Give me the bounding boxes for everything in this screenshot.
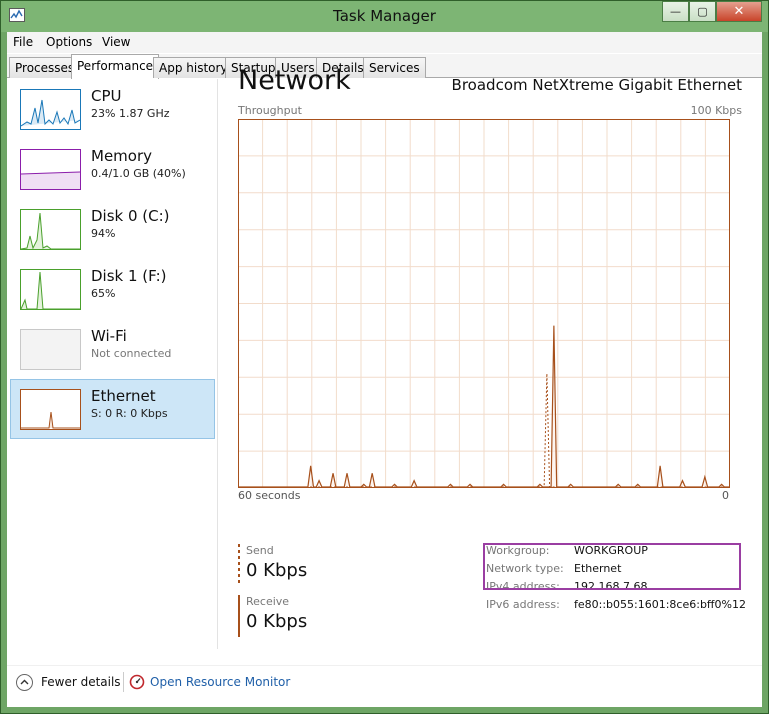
sidebar-item-value: 23% 1.87 GHz xyxy=(91,107,170,120)
receive-solid-indicator xyxy=(238,595,240,637)
memory-thumbnail-icon xyxy=(20,149,81,190)
sidebar-item-value: S: 0 R: 0 Kbps xyxy=(91,407,168,420)
title-bar[interactable]: Task Manager — ▢ ✕ xyxy=(1,1,768,32)
adapter-name: Broadcom NetXtreme Gigabit Ethernet xyxy=(451,76,742,94)
receive-label: Receive xyxy=(246,595,290,608)
sidebar-item-value: 65% xyxy=(91,287,116,300)
graph-x-right-label: 0 xyxy=(722,489,729,502)
tab-app-history[interactable]: App history xyxy=(153,57,234,78)
maximize-button[interactable]: ▢ xyxy=(689,1,716,22)
ip-highlight-box xyxy=(483,543,741,590)
chevron-up-icon[interactable] xyxy=(16,674,33,691)
close-icon: ✕ xyxy=(733,4,745,19)
sidebar-item-label: Wi-Fi xyxy=(91,327,127,345)
info-key: IPv6 address: xyxy=(486,598,560,611)
footer: Fewer details Open Resource Monitor xyxy=(7,665,762,707)
info-value: fe80::b055:1601:8ce6:bff0%12 xyxy=(574,598,746,611)
minimize-icon: — xyxy=(670,5,681,18)
sidebar-item-ethernet[interactable]: Ethernet S: 0 R: 0 Kbps xyxy=(10,379,215,439)
tab-strip: Processes Performance App history Startu… xyxy=(7,54,762,79)
sidebar-item-label: Ethernet xyxy=(91,387,156,405)
disk-thumbnail-icon xyxy=(20,269,81,310)
send-label: Send xyxy=(246,544,274,557)
tab-processes[interactable]: Processes xyxy=(9,57,81,78)
disk-thumbnail-icon xyxy=(20,209,81,250)
sidebar-item-disk-1[interactable]: Disk 1 (F:) 65% xyxy=(10,259,215,319)
throughput-label: Throughput xyxy=(238,104,302,117)
sidebar-item-label: Memory xyxy=(91,147,153,165)
send-dash-indicator xyxy=(238,544,240,586)
sidebar-item-value: Not connected xyxy=(91,347,172,360)
ethernet-thumbnail-icon xyxy=(20,389,81,430)
tab-services[interactable]: Services xyxy=(363,57,426,78)
sidebar-item-value: 0.4/1.0 GB (40%) xyxy=(91,167,186,180)
resource-monitor-icon[interactable] xyxy=(129,674,145,690)
receive-value: 0 Kbps xyxy=(246,611,308,632)
sidebar-item-value: 94% xyxy=(91,227,116,240)
graph-max-label: 100 Kbps xyxy=(690,104,742,117)
menu-view[interactable]: View xyxy=(102,35,130,49)
menu-bar: File Options View xyxy=(7,32,762,53)
task-manager-window: Task Manager — ▢ ✕ File Options View Pro… xyxy=(0,0,769,714)
wifi-thumbnail-icon xyxy=(20,329,81,370)
throughput-graph xyxy=(238,119,730,488)
sidebar-item-disk-0[interactable]: Disk 0 (C:) 94% xyxy=(10,199,215,259)
menu-file[interactable]: File xyxy=(13,35,33,49)
send-stat: Send 0 Kbps xyxy=(238,544,358,586)
menu-options[interactable]: Options xyxy=(46,35,92,49)
receive-stat: Receive 0 Kbps xyxy=(238,595,358,637)
sidebar-item-label: Disk 0 (C:) xyxy=(91,207,170,225)
sidebar-item-label: CPU xyxy=(91,87,122,105)
fewer-details-link[interactable]: Fewer details xyxy=(41,675,121,689)
sidebar-item-wifi[interactable]: Wi-Fi Not connected xyxy=(10,319,215,379)
page-title: Network xyxy=(238,65,351,96)
footer-divider xyxy=(123,672,124,692)
minimize-button[interactable]: — xyxy=(662,1,689,22)
tab-performance[interactable]: Performance xyxy=(71,54,160,79)
graph-x-left-label: 60 seconds xyxy=(238,489,301,502)
open-resource-monitor-link[interactable]: Open Resource Monitor xyxy=(150,675,290,689)
graph-grid xyxy=(238,119,730,488)
send-value: 0 Kbps xyxy=(246,560,308,581)
sidebar-item-label: Disk 1 (F:) xyxy=(91,267,167,285)
window-title: Task Manager xyxy=(333,7,436,25)
maximize-icon: ▢ xyxy=(697,5,708,18)
sidebar-item-memory[interactable]: Memory 0.4/1.0 GB (40%) xyxy=(10,139,215,199)
sidebar-item-cpu[interactable]: CPU 23% 1.87 GHz xyxy=(10,79,215,139)
cpu-thumbnail-icon xyxy=(20,89,81,130)
close-button[interactable]: ✕ xyxy=(716,1,762,22)
resource-sidebar: CPU 23% 1.87 GHz Memory 0.4/1.0 GB (40%) xyxy=(7,79,218,649)
